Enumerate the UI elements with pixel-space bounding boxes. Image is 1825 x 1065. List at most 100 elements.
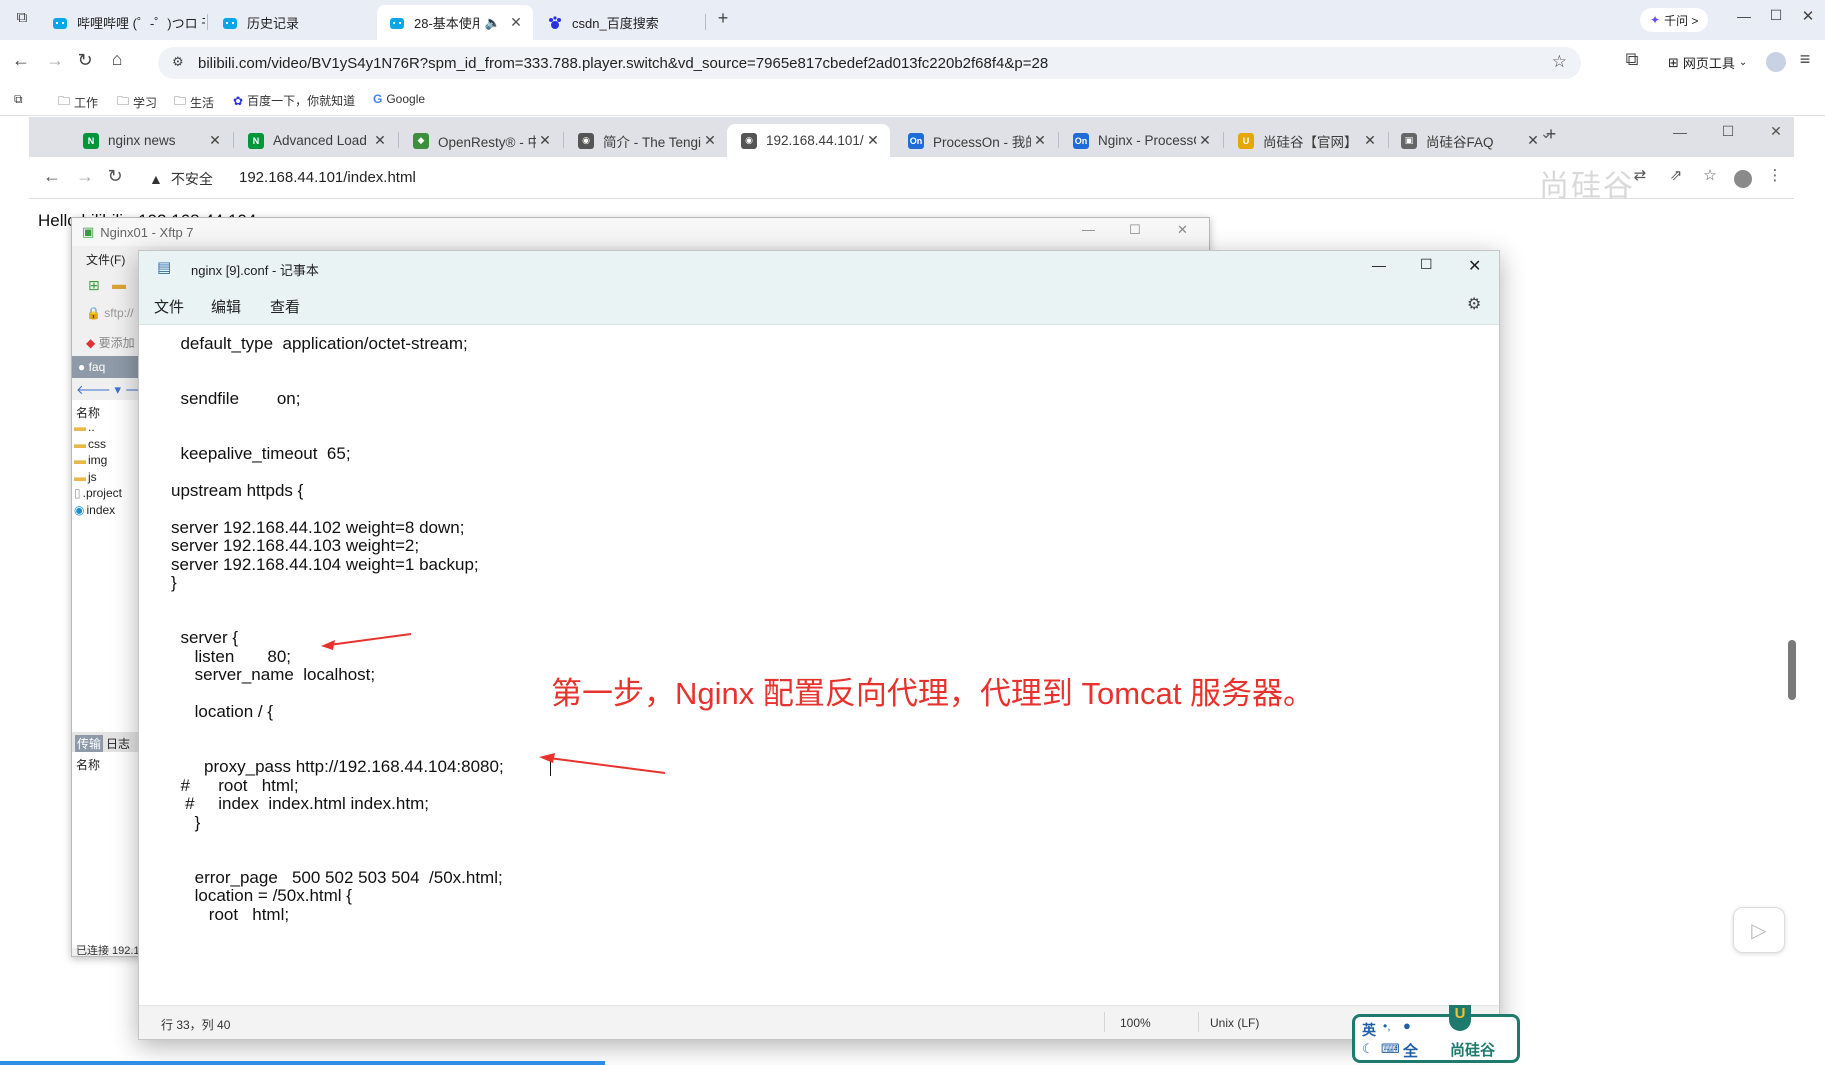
- kebab-menu-icon[interactable]: ⋮: [1764, 166, 1786, 184]
- reload-icon[interactable]: ↻: [74, 50, 96, 71]
- security-indicator[interactable]: ▲ 不安全: [149, 169, 213, 189]
- notepad-minimize[interactable]: —: [1372, 257, 1386, 273]
- close-tab-icon[interactable]: ✕: [371, 132, 389, 149]
- outer-url-field[interactable]: ⚙ bilibili.com/video/BV1yS4y1N76R?spm_id…: [158, 47, 1581, 79]
- bookmark-google[interactable]: G Google: [373, 92, 425, 106]
- xftp-folder-icon[interactable]: ▬: [112, 276, 126, 292]
- menu-icon[interactable]: ≡: [1793, 49, 1817, 70]
- xftp-tab-log[interactable]: 日志: [106, 735, 130, 752]
- bookmark-life[interactable]: 🗀 生活: [174, 92, 214, 113]
- ime-lang[interactable]: 英: [1362, 1020, 1376, 1040]
- play-video-icon[interactable]: ▷: [1733, 907, 1785, 953]
- inner-maximize-button[interactable]: ☐: [1716, 123, 1740, 140]
- punctuation-icon[interactable]: •,: [1383, 1019, 1391, 1033]
- web-tools-menu[interactable]: ⊞ 网页工具 ⌄: [1668, 53, 1747, 72]
- profile-avatar[interactable]: [1766, 52, 1786, 72]
- xftp-file-row[interactable]: ▬ js: [74, 470, 97, 484]
- close-tab-icon[interactable]: ✕: [536, 132, 554, 149]
- bookmark-baidu[interactable]: ✿ 百度一下，你就知道: [233, 92, 355, 109]
- outer-tab-4[interactable]: csdn_百度搜索: [535, 5, 705, 40]
- share-icon[interactable]: ⇗: [1665, 166, 1687, 184]
- settings-gear-icon[interactable]: ⚙: [1467, 294, 1481, 314]
- forward-icon[interactable]: →: [44, 50, 66, 71]
- notepad-maximize[interactable]: ☐: [1420, 256, 1433, 273]
- xftp-close[interactable]: ✕: [1177, 222, 1188, 238]
- menu-file[interactable]: 文件: [154, 296, 184, 317]
- outer-tab-2[interactable]: 历史记录: [210, 5, 375, 40]
- xftp-file-row[interactable]: ▬ img: [74, 453, 107, 467]
- menu-view[interactable]: 查看: [270, 296, 300, 317]
- outer-tab-label: csdn_百度搜索: [572, 16, 659, 31]
- xftp-tab-transfer[interactable]: 传输: [75, 735, 104, 752]
- minimize-button[interactable]: —: [1732, 8, 1756, 24]
- xftp-file-row[interactable]: ◉ index: [74, 503, 115, 517]
- xftp-tab-faq[interactable]: ● faq: [72, 356, 138, 378]
- inner-tab-1[interactable]: Nnginx news ✕: [69, 124, 232, 157]
- bookmark-work[interactable]: 🗀 工作: [58, 92, 98, 113]
- notepad-close[interactable]: ✕: [1468, 256, 1481, 276]
- home-icon[interactable]: ⌂: [106, 49, 128, 70]
- close-tab-icon[interactable]: ✕: [1196, 132, 1214, 149]
- user-icon[interactable]: ●: [1403, 1018, 1411, 1033]
- xftp-new-session-icon[interactable]: ⊞: [88, 277, 100, 294]
- translate-icon[interactable]: ⇄: [1629, 166, 1651, 184]
- close-tab-icon[interactable]: ✕: [507, 14, 525, 31]
- close-tab-icon[interactable]: ✕: [206, 132, 224, 149]
- close-tab-icon[interactable]: ✕: [864, 132, 882, 149]
- xftp-menu-file[interactable]: 文件(F): [86, 251, 125, 268]
- xftp-minimize[interactable]: —: [1082, 222, 1095, 237]
- inner-tab-5[interactable]: ◉ 192.168.44.101/index.html✕: [727, 124, 890, 157]
- inner-url-text[interactable]: 192.168.44.101/index.html: [239, 169, 416, 186]
- chevron-down-icon: ⌄: [1738, 57, 1748, 68]
- xftp-file-row[interactable]: ▯ .project: [74, 486, 122, 500]
- maximize-button[interactable]: ☐: [1764, 7, 1788, 24]
- outer-tab-1[interactable]: 哔哩哔哩 (゜-゜)つロ 干杯~-bilibili: [40, 5, 205, 40]
- inner-tab-9[interactable]: ▣ 尚硅谷FAQ ✕: [1387, 124, 1550, 157]
- inner-minimize-button[interactable]: —: [1668, 124, 1692, 140]
- xftp-maximize[interactable]: ☐: [1129, 222, 1141, 238]
- video-progress-bar[interactable]: [0, 1061, 605, 1065]
- bookmarks-apps-icon[interactable]: ⧉: [14, 92, 23, 107]
- inner-tab-6[interactable]: On ProcessOn - 我的文件✕: [894, 124, 1057, 157]
- bookmark-study[interactable]: 🗀 学习: [117, 92, 157, 113]
- outer-tab-active[interactable]: 28-基本使用-反向代理配置 🔈 ✕: [377, 5, 533, 40]
- back-icon[interactable]: ←: [10, 50, 32, 71]
- close-tab-icon[interactable]: ✕: [1031, 132, 1049, 149]
- tab-search-icon[interactable]: ⌄: [1534, 125, 1558, 142]
- ime-mode[interactable]: 全: [1403, 1040, 1418, 1061]
- close-tab-icon[interactable]: ✕: [1361, 132, 1379, 149]
- xftp-file-row[interactable]: ▬ css: [74, 437, 106, 451]
- notepad-editor[interactable]: default_type application/octet-stream; s…: [139, 325, 1499, 1005]
- qianwen-label: 千问 >: [1664, 13, 1699, 28]
- inner-tab-4[interactable]: ◉ 简介 - The Tengine Web Server✕: [564, 124, 727, 157]
- inner-tab-7[interactable]: On Nginx - ProcessOn✕: [1059, 124, 1222, 157]
- menu-edit[interactable]: 编辑: [211, 296, 241, 317]
- close-tab-icon[interactable]: ✕: [701, 132, 719, 149]
- moon-icon[interactable]: ☾: [1362, 1041, 1374, 1057]
- inner-tab-2[interactable]: N Advanced Load Balancer✕: [234, 124, 397, 157]
- back-icon[interactable]: ←: [41, 166, 63, 187]
- site-info-icon[interactable]: ⚙: [172, 54, 184, 70]
- xftp-address[interactable]: 🔒 sftp://: [86, 306, 134, 320]
- forward-icon[interactable]: →: [74, 166, 96, 187]
- warning-icon: ▲: [149, 171, 163, 187]
- xftp-file-row[interactable]: ▬..: [74, 420, 95, 434]
- new-tab-button[interactable]: +: [712, 8, 734, 29]
- xftp-titlebar: ▣ Nginx01 - Xftp 7 — ☐ ✕: [72, 218, 1209, 246]
- inner-close-button[interactable]: ✕: [1764, 123, 1788, 140]
- speaker-icon[interactable]: 🔈: [485, 15, 501, 31]
- qianwen-button[interactable]: ✦ 千问 >: [1640, 8, 1709, 32]
- close-window-button[interactable]: ✕: [1796, 7, 1820, 25]
- inner-tab-3[interactable]: ◆ OpenResty® - 中文官方站✕: [399, 124, 562, 157]
- favorite-star-icon[interactable]: ☆: [1552, 52, 1567, 72]
- inner-profile-avatar[interactable]: [1734, 170, 1752, 188]
- page-scrollbar[interactable]: [1788, 640, 1796, 700]
- outer-tab-label: 哔哩哔哩 (゜-゜)つロ 干杯~-bilibili: [77, 16, 205, 31]
- reload-icon[interactable]: ↻: [104, 166, 126, 187]
- bookmark-star-icon[interactable]: ☆: [1699, 166, 1721, 184]
- inner-tab-8[interactable]: U 尚硅谷【官网】 ✕: [1224, 124, 1387, 157]
- keyboard-icon[interactable]: ⌨: [1381, 1041, 1400, 1057]
- ime-toolbar[interactable]: 英 •, ● ☾ ⌨ 全 U 尚硅谷: [1352, 1005, 1520, 1063]
- tab-actions-icon[interactable]: ⧉: [12, 9, 32, 26]
- extensions-icon[interactable]: ⧉: [1620, 49, 1644, 70]
